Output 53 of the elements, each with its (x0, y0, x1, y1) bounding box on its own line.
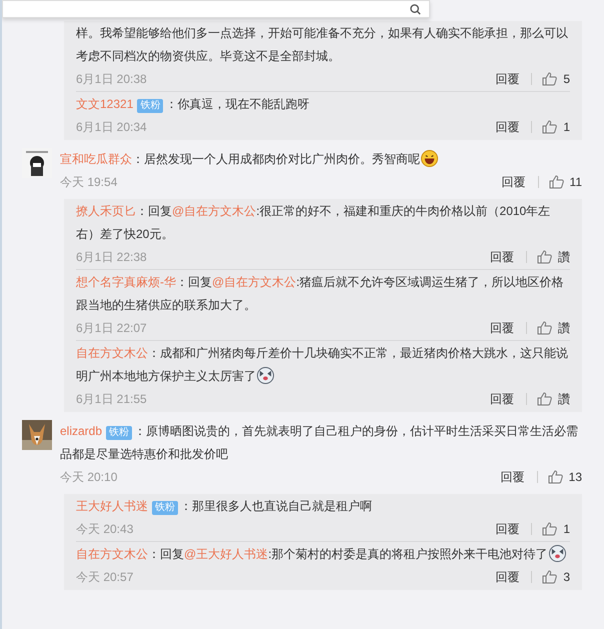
timestamp: 6月1日 21:55 (76, 390, 148, 408)
dog-face-icon (257, 367, 274, 384)
comment-text: 文文12321 铁粉 ：你真逗，现在不能乱跑呀 (76, 96, 310, 115)
thumbs-up-icon (548, 175, 564, 189)
timestamp: 6月1日 20:34 (76, 118, 148, 136)
like-button[interactable]: 讚 (537, 320, 570, 336)
search-field[interactable] (2, 0, 430, 18)
thumbs-up-icon (542, 522, 558, 536)
reply-link[interactable]: 回覆 (502, 176, 539, 188)
laughing-face-icon (421, 150, 438, 167)
like-button[interactable]: 讚 (537, 248, 570, 266)
like-button[interactable]: 11 (548, 175, 582, 189)
reply-link[interactable]: 回覆 (495, 523, 532, 535)
comment-text: 想个名字真麻烦-华：回复@自在方文木公:猪瘟后就不允许夸区域调运生猪了，所以地区价格跟当地的生猪供应的联系加大了。 (76, 274, 565, 314)
like-button[interactable]: 1 (542, 522, 570, 536)
reply-link[interactable]: 回覆 (495, 571, 532, 583)
thumbs-up-icon (542, 570, 558, 584)
fan-badge: 铁粉 (137, 99, 164, 113)
like-button[interactable]: 13 (548, 470, 582, 484)
thumbs-up-icon (542, 120, 558, 134)
reply-link[interactable]: 回覆 (490, 251, 527, 263)
like-button[interactable]: 1 (542, 120, 570, 134)
reply-link[interactable]: 回覆 (490, 322, 527, 334)
comment-text: 自在方文木公：回复@王大好人书迷:那个菊村的村委是真的将租户按照外来干电池对待了 (76, 543, 570, 566)
thumbs-up-icon (537, 250, 552, 264)
fan-badge: 铁粉 (152, 501, 178, 515)
like-button[interactable]: 5 (542, 72, 570, 86)
comment-text: 自在方文木公：成都和广州猪肉每斤差价十几块确实不正常，最近猪肉价格大跳水，这只能说明广州本地地方保护主义太厉害了 (76, 345, 569, 386)
timestamp: 今天 20:43 (76, 520, 134, 538)
comment-text: elizardb 铁粉 ：原博晒图说贵的，首先就表明了自己租户的身份，估计平时生活采买日常生活必需品都是尽量选特惠价和批发价吧 (60, 423, 580, 463)
timestamp: 6月1日 22:07 (76, 320, 148, 336)
thumbs-up-icon (537, 321, 552, 335)
thumbs-up-icon (537, 392, 552, 406)
like-button[interactable]: 讚 (537, 390, 570, 408)
timestamp: 6月1日 20:38 (76, 70, 148, 88)
reply-link[interactable]: 回覆 (495, 121, 532, 133)
reply-link[interactable]: 回覆 (490, 393, 527, 405)
thumbs-up-icon (542, 72, 558, 86)
fan-badge: 铁粉 (106, 426, 132, 440)
timestamp: 今天 20:57 (76, 568, 134, 586)
reply-link[interactable]: 回覆 (500, 471, 538, 483)
like-button[interactable]: 3 (542, 570, 570, 584)
search-icon[interactable] (410, 4, 421, 14)
timestamp: 今天 19:54 (60, 174, 118, 190)
thumbs-up-icon (548, 470, 563, 484)
timestamp: 6月1日 22:38 (76, 248, 148, 266)
timestamp: 今天 20:10 (60, 468, 118, 486)
comment-text: 样。我希望能够给他们多一点选择，开始可能准备不充分，如果有人确实不能承担，那么可以考虑不同档次的物资供应。毕竟这不是全部封城。 (76, 25, 569, 65)
dog-face-icon (548, 545, 566, 562)
reply-link[interactable]: 回覆 (495, 73, 532, 85)
comment-text: 宣和吃瓜群众：居然发现一个人用成都肉价对比广州肉价。秀智商呢 (60, 148, 582, 171)
comment-text: 王大好人书迷 铁粉 ：那里很多人也直说自己就是租户啊 (76, 498, 373, 517)
comment-text: 撩人禾页匕：回复@自在方文木公:很正常的好不，福建和重庆的牛肉价格以前（2010年左右）差了快20元。 (76, 203, 552, 243)
